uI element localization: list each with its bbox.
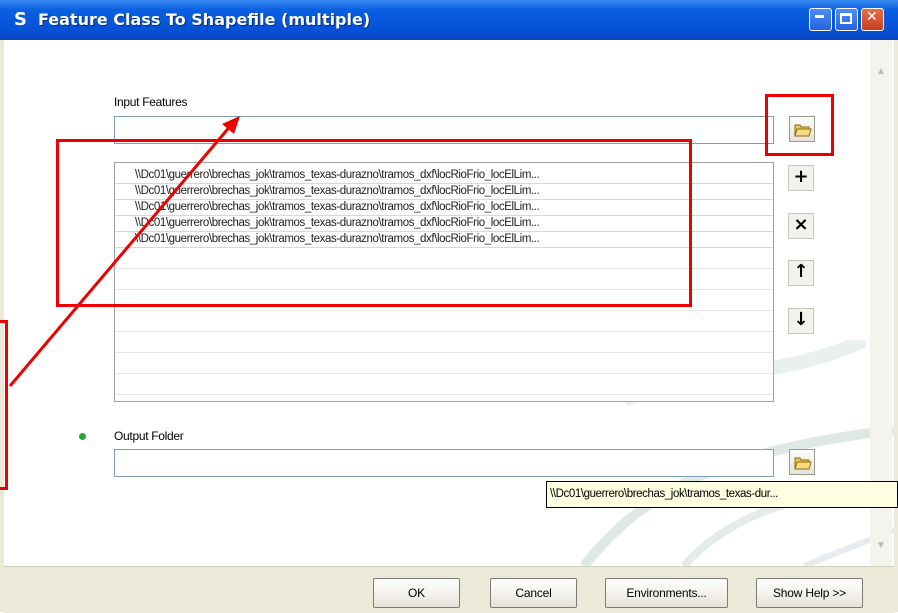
show-help-button[interactable]: Show Help >>: [756, 578, 863, 608]
list-item[interactable]: \\Dc01\guerrero\brechas_jok\tramos_texas…: [115, 216, 773, 232]
minimize-icon: [815, 15, 824, 18]
list-empty-row: [115, 353, 773, 374]
arrow-up-icon: ↑: [793, 261, 809, 282]
move-down-button[interactable]: ↓: [788, 308, 814, 334]
list-empty-row: [115, 269, 773, 290]
environments-button[interactable]: Environments...: [605, 578, 728, 608]
remove-item-button[interactable]: ×: [788, 213, 814, 239]
list-empty-row: [115, 311, 773, 332]
output-folder-label: Output Folder: [114, 429, 184, 443]
ok-button[interactable]: OK: [373, 578, 460, 608]
app-icon: S: [14, 9, 27, 30]
list-item[interactable]: \\Dc01\guerrero\brechas_jok\tramos_texas…: [115, 200, 773, 216]
dialog-window: S Feature Class To Shapefile (multiple) …: [0, 0, 898, 613]
arrow-down-icon: ↓: [793, 309, 809, 330]
add-item-button[interactable]: +: [788, 165, 814, 191]
remove-x-icon: ×: [793, 214, 809, 235]
plus-icon: +: [793, 166, 809, 187]
list-item[interactable]: \\Dc01\guerrero\brechas_jok\tramos_texas…: [115, 168, 773, 184]
window-title: Feature Class To Shapefile (multiple): [38, 10, 371, 29]
output-folder-browse-button[interactable]: [789, 449, 815, 475]
open-folder-icon: [794, 124, 812, 137]
cancel-button[interactable]: Cancel: [490, 578, 577, 608]
list-empty-row: [115, 290, 773, 311]
list-empty-row: [115, 248, 773, 269]
close-button[interactable]: ✕: [861, 8, 884, 31]
required-indicator-icon: [79, 433, 86, 440]
list-empty-row: [115, 332, 773, 353]
list-item[interactable]: \\Dc01\guerrero\brechas_jok\tramos_texas…: [115, 232, 773, 248]
open-folder-icon: [794, 457, 812, 470]
move-up-button[interactable]: ↑: [788, 260, 814, 286]
path-tooltip: \\Dc01\guerrero\brechas_jok\tramos_texas…: [546, 481, 898, 508]
maximize-button[interactable]: [835, 8, 858, 31]
minimize-button[interactable]: [809, 8, 832, 31]
output-folder-field[interactable]: [114, 449, 774, 477]
input-features-browse-button[interactable]: [789, 116, 815, 142]
input-features-list[interactable]: \\Dc01\guerrero\brechas_jok\tramos_texas…: [114, 162, 774, 402]
input-features-field[interactable]: [114, 116, 774, 144]
input-features-label: Input Features: [114, 95, 188, 109]
list-item[interactable]: \\Dc01\guerrero\brechas_jok\tramos_texas…: [115, 184, 773, 200]
scroll-down-icon[interactable]: ▼: [873, 538, 889, 554]
maximize-icon: [840, 13, 852, 24]
close-icon: ✕: [866, 9, 878, 25]
title-bar[interactable]: S Feature Class To Shapefile (multiple) …: [0, 0, 898, 40]
list-empty-row: [115, 374, 773, 395]
scroll-up-icon[interactable]: ▲: [873, 64, 889, 80]
